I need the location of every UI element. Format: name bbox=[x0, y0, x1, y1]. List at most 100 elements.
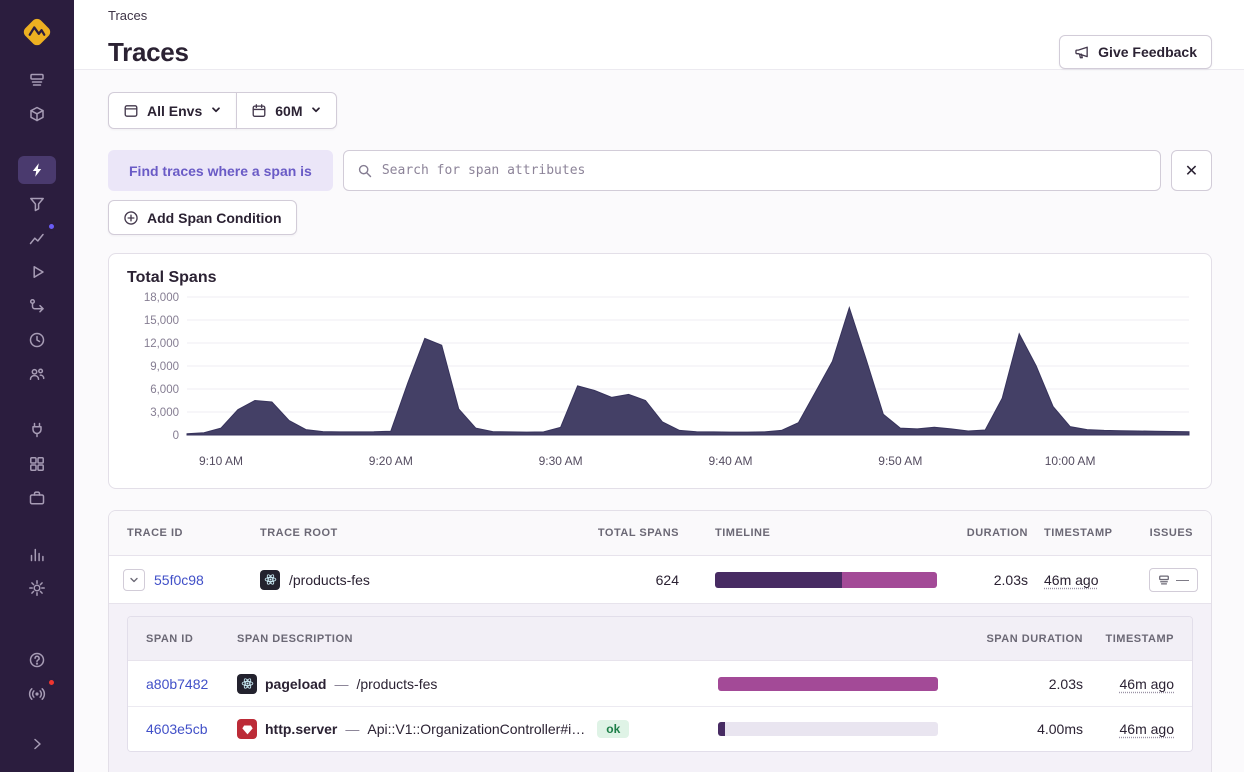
col-timestamp: TIMESTAMP bbox=[1028, 527, 1149, 539]
sidebar-item-usage-stats[interactable] bbox=[18, 540, 56, 568]
org-logo[interactable] bbox=[17, 12, 57, 52]
sidebar-item-settings[interactable] bbox=[18, 574, 56, 602]
give-feedback-button[interactable]: Give Feedback bbox=[1059, 35, 1212, 69]
span-timeline-bar[interactable] bbox=[718, 722, 938, 736]
close-icon: ✕ bbox=[1185, 161, 1198, 181]
sidebar-item-releases[interactable] bbox=[18, 190, 56, 218]
sidebar-item-whats-new[interactable] bbox=[18, 680, 56, 708]
span-timeline-bar[interactable] bbox=[718, 677, 938, 691]
svg-text:0: 0 bbox=[173, 430, 179, 442]
trace-duration: 2.03s bbox=[945, 572, 1028, 588]
breadcrumb[interactable]: Traces bbox=[108, 6, 1212, 23]
search-icon bbox=[357, 163, 373, 179]
page-title: Traces bbox=[108, 37, 189, 68]
traces-table: TRACE ID TRACE ROOT TOTAL SPANS TIMELINE… bbox=[108, 510, 1212, 772]
span-id-link[interactable]: a80b7482 bbox=[146, 676, 208, 692]
col-timeline: TIMELINE bbox=[679, 527, 945, 539]
span-timestamp[interactable]: 46m ago bbox=[1120, 721, 1174, 737]
span-search-box[interactable] bbox=[343, 150, 1161, 191]
app-root: Traces Traces Give Feedback All Envs 60M… bbox=[0, 0, 1244, 772]
sidebar-item-traces[interactable] bbox=[18, 156, 56, 184]
svg-text:9:30 AM: 9:30 AM bbox=[539, 454, 583, 468]
sidebar-item-dashboards[interactable] bbox=[18, 450, 56, 478]
svg-text:18,000: 18,000 bbox=[144, 292, 179, 304]
svg-text:9:40 AM: 9:40 AM bbox=[708, 454, 752, 468]
span-op: http.server bbox=[265, 721, 337, 737]
blocks-icon bbox=[28, 455, 47, 474]
sidebar-collapse-button[interactable] bbox=[18, 730, 56, 758]
span-row: 4603e5cb http.server — Api::V1::Organiza… bbox=[128, 706, 1192, 751]
svg-text:9:20 AM: 9:20 AM bbox=[369, 454, 413, 468]
clock-icon bbox=[28, 331, 47, 350]
col-trace-root: TRACE ROOT bbox=[260, 527, 591, 539]
gear-icon bbox=[28, 579, 47, 598]
span-duration: 2.03s bbox=[948, 676, 1083, 692]
col-issues: ISSUES bbox=[1149, 527, 1211, 539]
line-chart-icon bbox=[28, 229, 47, 248]
sidebar-item-profiling[interactable] bbox=[18, 360, 56, 388]
play-icon bbox=[28, 263, 47, 282]
broadcast-icon bbox=[28, 685, 47, 704]
sidebar-item-issues[interactable] bbox=[18, 66, 56, 94]
notification-dot-red bbox=[47, 678, 56, 687]
col-span-timestamp: TIMESTAMP bbox=[1083, 633, 1192, 645]
megaphone-icon bbox=[1074, 44, 1090, 60]
span-search-input[interactable] bbox=[382, 163, 1147, 178]
lightning-icon bbox=[28, 161, 47, 180]
span-status-badge: ok bbox=[597, 720, 629, 738]
plug-icon bbox=[28, 421, 47, 440]
total-spans-panel: Total Spans 0 3,000 6,000 9,000 12,000 15,000… bbox=[108, 253, 1212, 489]
col-span-duration: SPAN DURATION bbox=[948, 633, 1083, 645]
sidebar-item-archive[interactable] bbox=[18, 484, 56, 512]
trace-issues-badge[interactable]: — bbox=[1149, 568, 1198, 592]
notification-dot-blue bbox=[47, 222, 56, 231]
svg-text:15,000: 15,000 bbox=[144, 315, 179, 327]
col-span-description: SPAN DESCRIPTION bbox=[237, 633, 718, 645]
total-spans-chart[interactable]: 0 3,000 6,000 9,000 12,000 15,000 18,000 9:10 A… bbox=[127, 289, 1195, 475]
trace-root-name: /products-fes bbox=[289, 572, 370, 588]
environment-selector[interactable]: All Envs bbox=[108, 92, 237, 129]
trace-expanded-region: SPAN ID SPAN DESCRIPTION SPAN DURATION T… bbox=[109, 603, 1211, 772]
bar-chart-icon bbox=[28, 545, 47, 564]
clear-search-button[interactable]: ✕ bbox=[1171, 150, 1212, 191]
trace-timestamp[interactable]: 46m ago bbox=[1044, 572, 1098, 588]
users-icon bbox=[28, 365, 47, 384]
span-table-header: SPAN ID SPAN DESCRIPTION SPAN DURATION T… bbox=[128, 617, 1192, 661]
span-op: pageload bbox=[265, 676, 326, 692]
content: All Envs 60M Find traces where a span is bbox=[74, 70, 1244, 772]
svg-text:12,000: 12,000 bbox=[144, 338, 179, 350]
span-id-link[interactable]: 4603e5cb bbox=[146, 721, 208, 737]
sidebar bbox=[0, 0, 74, 772]
chevron-down-icon bbox=[310, 103, 322, 119]
span-description: Api::V1::OrganizationController#i… bbox=[367, 721, 585, 737]
ruby-platform-icon bbox=[237, 719, 257, 739]
svg-text:9:10 AM: 9:10 AM bbox=[199, 454, 243, 468]
trace-id-link[interactable]: 55f0c98 bbox=[154, 572, 204, 588]
sidebar-item-deploys[interactable] bbox=[18, 292, 56, 320]
calendar-icon bbox=[251, 103, 267, 119]
sidebar-item-stats[interactable] bbox=[18, 224, 56, 252]
find-traces-chip: Find traces where a span is bbox=[108, 150, 333, 191]
expand-trace-button[interactable] bbox=[123, 569, 145, 591]
chevron-right-icon bbox=[28, 735, 47, 754]
span-table: SPAN ID SPAN DESCRIPTION SPAN DURATION T… bbox=[127, 616, 1193, 752]
sidebar-item-crons[interactable] bbox=[18, 326, 56, 354]
span-row: a80b7482 pageload — /products-fes 2.03s bbox=[128, 661, 1192, 706]
trace-timeline-bar[interactable] bbox=[715, 572, 937, 588]
sidebar-item-projects[interactable] bbox=[18, 100, 56, 128]
time-range-selector[interactable]: 60M bbox=[236, 92, 337, 129]
sidebar-item-help[interactable] bbox=[18, 646, 56, 674]
svg-text:10:00 AM: 10:00 AM bbox=[1045, 454, 1096, 468]
separator: — bbox=[345, 721, 359, 737]
chevron-down-icon bbox=[128, 574, 140, 586]
help-icon bbox=[28, 651, 47, 670]
sidebar-item-integrations[interactable] bbox=[18, 416, 56, 444]
separator: — bbox=[334, 676, 348, 692]
span-timestamp[interactable]: 46m ago bbox=[1120, 676, 1174, 692]
col-span-id: SPAN ID bbox=[128, 633, 237, 645]
col-trace-id: TRACE ID bbox=[109, 527, 260, 539]
sidebar-item-replays[interactable] bbox=[18, 258, 56, 286]
add-span-condition-button[interactable]: Add Span Condition bbox=[108, 200, 297, 235]
funnel-icon bbox=[28, 195, 47, 214]
page-header: Traces Traces Give Feedback bbox=[74, 0, 1244, 70]
